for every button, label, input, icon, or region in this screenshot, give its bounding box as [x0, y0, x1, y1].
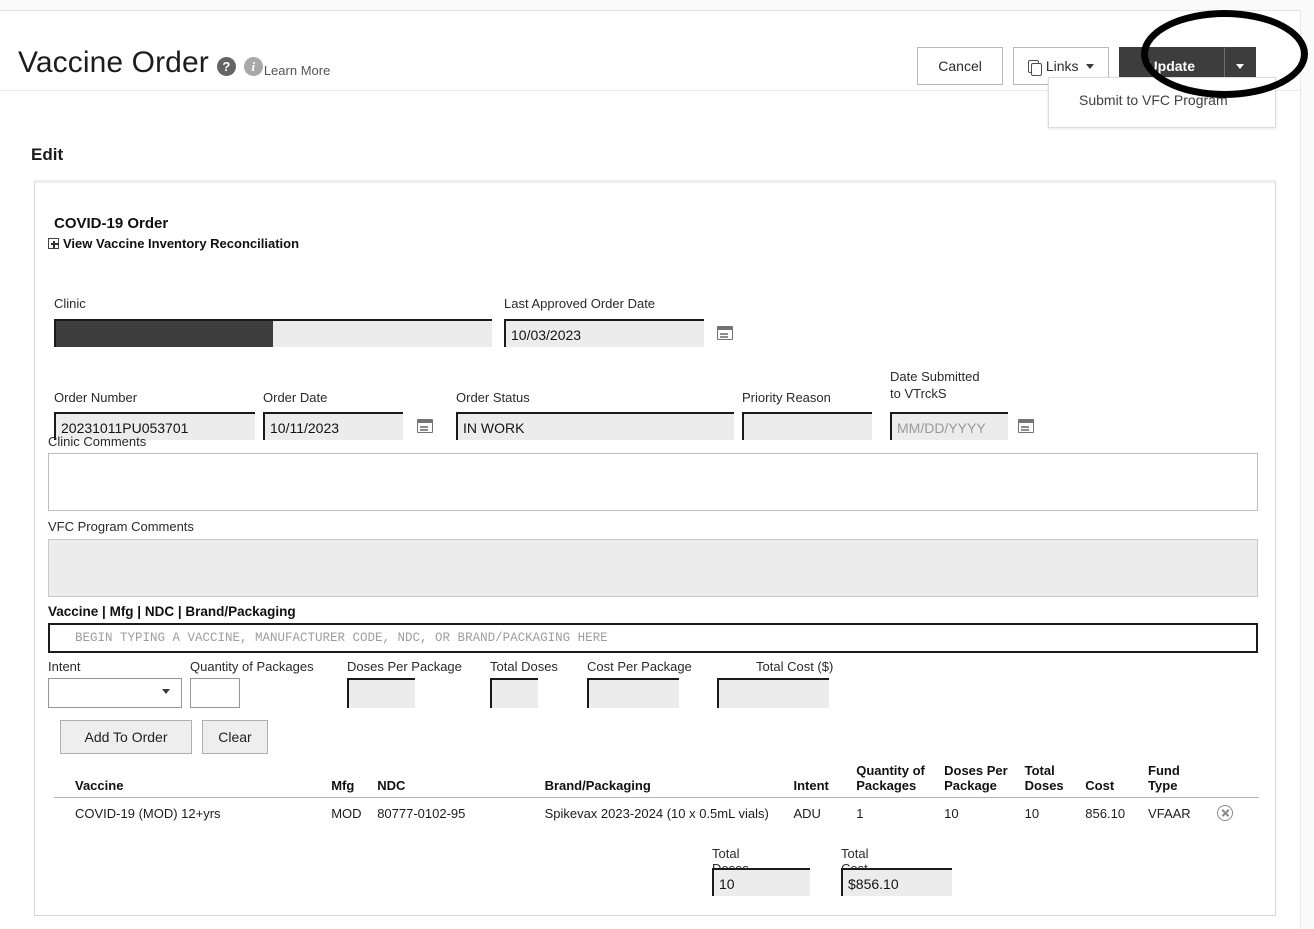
- calendar-icon[interactable]: [1018, 419, 1034, 433]
- order-status-label: Order Status: [456, 390, 530, 405]
- cell-intent: ADU: [794, 798, 857, 826]
- cell-vaccine: COVID-19 (MOD) 12+yrs: [54, 798, 331, 826]
- learn-more-link[interactable]: Learn More: [264, 63, 330, 78]
- cell-cost: 856.10: [1085, 798, 1148, 826]
- info-circle-icon[interactable]: i: [244, 57, 263, 76]
- view-vaccine-inventory-reconciliation-link[interactable]: View Vaccine Inventory Reconciliation: [48, 236, 299, 251]
- doses-per-package-label: Doses Per Package: [347, 659, 462, 674]
- order-date-field[interactable]: 10/11/2023: [263, 412, 403, 440]
- cancel-button[interactable]: Cancel: [917, 47, 1003, 85]
- dpp-header-line1: Doses Per: [944, 763, 1008, 778]
- clinic-label: Clinic: [54, 296, 86, 311]
- plus-box-icon: [48, 238, 59, 249]
- column-header-fund-type: Fund Type: [1148, 763, 1217, 798]
- cell-brand-packaging: Spikevax 2023-2024 (10 x 0.5mL vials): [545, 798, 794, 826]
- question-mark-circle-icon[interactable]: ?: [217, 57, 236, 76]
- cell-mfg: MOD: [331, 798, 377, 826]
- order-number-label: Order Number: [54, 390, 137, 405]
- date-submitted-label-line1: Date Submitted: [890, 369, 980, 384]
- intent-label: Intent: [48, 659, 81, 674]
- column-header-mfg: Mfg: [331, 763, 377, 798]
- cost-per-package-field: [587, 678, 679, 708]
- remove-circle-icon[interactable]: [1217, 805, 1233, 821]
- vfc-program-comments-label: VFC Program Comments: [48, 519, 194, 534]
- column-header-ndc: NDC: [377, 763, 544, 798]
- cell-remove-action: [1217, 798, 1259, 826]
- dpp-header-line2: Package: [944, 778, 997, 793]
- vaccine-search-label: Vaccine | Mfg | NDC | Brand/Packaging: [48, 604, 296, 619]
- date-submitted-label-line2: to VTrckS: [890, 386, 947, 401]
- clinic-redaction-bar: [56, 321, 273, 347]
- cost-header-line2: Cost: [1085, 778, 1114, 793]
- page-background: Vaccine Order ? i Learn More Cancel Link…: [0, 0, 1314, 929]
- column-header-quantity-of-packages: Quantity of Packages: [856, 763, 944, 798]
- order-date-label: Order Date: [263, 390, 327, 405]
- table-row: COVID-19 (MOD) 12+yrs MOD 80777-0102-95 …: [54, 798, 1259, 826]
- table-header-row: Vaccine Mfg NDC Brand/Packaging Intent Q…: [54, 763, 1259, 798]
- column-header-cost: Cost: [1085, 763, 1148, 798]
- page-title: Vaccine Order: [18, 47, 209, 79]
- total-doses-label: Total Doses: [490, 659, 558, 674]
- cost-per-package-label: Cost Per Package: [587, 659, 692, 674]
- total-cost-dollars-label: Total Cost ($): [756, 659, 833, 674]
- cell-ndc: 80777-0102-95: [377, 798, 544, 826]
- doses-per-package-field: [347, 678, 415, 708]
- chevron-down-icon: [1236, 64, 1244, 69]
- priority-reason-field[interactable]: [742, 412, 872, 440]
- view-reconciliation-label: View Vaccine Inventory Reconciliation: [63, 236, 299, 251]
- column-header-intent: Intent: [794, 763, 857, 798]
- quantity-of-packages-label: Quantity of Packages: [190, 659, 314, 674]
- fund-header-line1: Fund: [1148, 763, 1180, 778]
- chevron-down-icon: [1086, 64, 1094, 69]
- column-header-actions: [1217, 763, 1259, 798]
- fund-header-line2: Type: [1148, 778, 1177, 793]
- menu-item-submit-to-vfc-program[interactable]: Submit to VFC Program: [1049, 78, 1275, 108]
- td-header-line1: Total: [1025, 763, 1055, 778]
- quantity-of-packages-input[interactable]: [190, 678, 240, 708]
- order-section-title: COVID-19 Order: [54, 215, 168, 232]
- calendar-icon[interactable]: [717, 326, 733, 340]
- clinic-comments-textarea[interactable]: [48, 453, 1258, 511]
- last-approved-order-date-label: Last Approved Order Date: [504, 296, 655, 311]
- qty-header-line1: Quantity of: [856, 763, 925, 778]
- edit-section-heading: Edit: [31, 145, 63, 165]
- update-dropdown-menu: Submit to VFC Program: [1048, 77, 1276, 128]
- column-header-total-doses: Total Doses: [1025, 763, 1086, 798]
- cell-total-doses: 10: [1025, 798, 1086, 826]
- grand-total-cost-field: $856.10: [841, 868, 952, 896]
- cell-doses-per-package: 10: [944, 798, 1025, 826]
- total-doses-field: [490, 678, 538, 708]
- order-status-field[interactable]: IN WORK: [456, 412, 734, 440]
- date-submitted-field[interactable]: MM/DD/YYYY: [890, 412, 1008, 440]
- add-to-order-button[interactable]: Add To Order: [60, 720, 192, 754]
- order-form-card: COVID-19 Order View Vaccine Inventory Re…: [34, 180, 1276, 916]
- column-header-brand-packaging: Brand/Packaging: [545, 763, 794, 798]
- grand-total-doses-field: 10: [712, 868, 810, 896]
- td-header-line2: Doses: [1025, 778, 1064, 793]
- qty-header-line2: Packages: [856, 778, 916, 793]
- intent-select[interactable]: [48, 678, 182, 708]
- title-group: Vaccine Order ? i Learn More: [18, 47, 330, 79]
- total-cost-dollars-field: [717, 678, 829, 708]
- order-items-table: Vaccine Mfg NDC Brand/Packaging Intent Q…: [54, 763, 1259, 825]
- clear-button[interactable]: Clear: [202, 720, 268, 754]
- clinic-comments-label: Clinic Comments: [48, 434, 146, 449]
- vaccine-search-input[interactable]: BEGIN TYPING A VACCINE, MANUFACTURER COD…: [48, 623, 1258, 653]
- column-header-doses-per-package: Doses Per Package: [944, 763, 1025, 798]
- priority-reason-label: Priority Reason: [742, 390, 831, 405]
- copy-link-icon: [1028, 60, 1039, 73]
- cell-quantity-of-packages: 1: [856, 798, 944, 826]
- vfc-program-comments-textarea[interactable]: [48, 539, 1258, 597]
- calendar-icon[interactable]: [417, 419, 433, 433]
- column-header-vaccine: Vaccine: [54, 763, 331, 798]
- cell-fund-type: VFAAR: [1148, 798, 1217, 826]
- last-approved-order-date-field[interactable]: 10/03/2023: [504, 319, 704, 347]
